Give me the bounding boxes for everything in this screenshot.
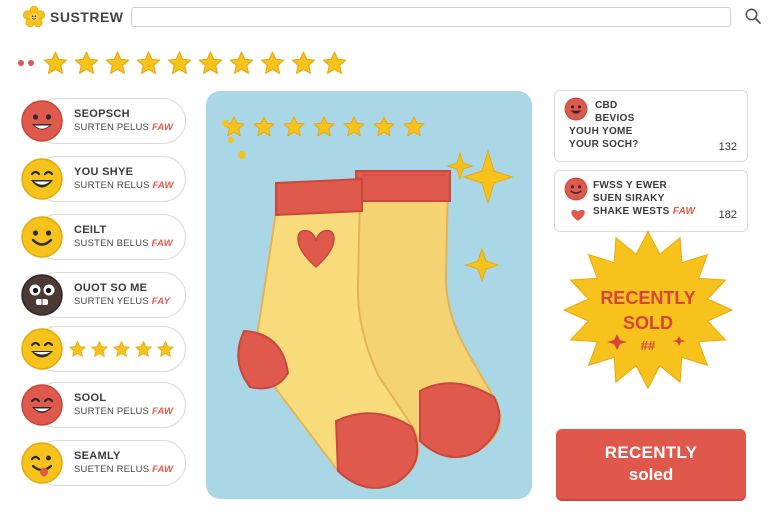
list-item-title: SEAMLY — [74, 450, 121, 463]
list-item-tag: FAW — [151, 121, 174, 133]
star-icon — [136, 50, 161, 74]
yellow-laughing-face-icon — [21, 158, 63, 200]
review-line: CBD — [595, 100, 618, 111]
dark-funny-face-icon — [21, 274, 63, 316]
star-icon — [198, 50, 223, 74]
pagination-dot[interactable] — [18, 60, 24, 66]
flower-logo-icon — [22, 5, 46, 28]
badge-hash: ## — [640, 338, 656, 353]
star-icon[interactable] — [90, 340, 109, 359]
review-card[interactable]: CBD BEVIOS YOUH YOME YOUR SOCH? 132 — [554, 90, 748, 162]
star-icon — [157, 340, 174, 357]
pagination-dots[interactable] — [18, 60, 34, 66]
list-item-subtitle: SURTEN PELUS — [74, 121, 150, 133]
cta-line-1: RECENTLY — [604, 443, 698, 462]
red-smiling-face-icon — [564, 177, 588, 201]
badge-line-2: SOLD — [622, 313, 673, 333]
star-icon[interactable] — [134, 340, 153, 359]
star-icon — [105, 50, 130, 74]
list-item-rating[interactable] — [20, 326, 186, 372]
star-icon[interactable] — [68, 340, 87, 359]
list-item-subtitle: SUETEN RELUS — [74, 463, 150, 475]
yellow-grinning-face-icon — [21, 328, 63, 370]
list-item[interactable]: SOOL SURTEN PELUS FAW — [20, 382, 186, 428]
review-tag: FAW — [672, 206, 696, 217]
top-rating-row — [18, 48, 348, 78]
star-icon[interactable] — [104, 50, 131, 77]
list-item-subtitle: SURTEN YELUS — [74, 295, 149, 307]
star-icon[interactable] — [259, 50, 286, 77]
brand-name: SUSTREW — [50, 9, 124, 25]
star-icon — [69, 340, 86, 357]
sparkle-icon — [446, 149, 514, 283]
list-item-title: YOU SHYE — [74, 166, 134, 179]
star-icon — [135, 340, 152, 357]
star-icon — [229, 50, 254, 74]
list-item[interactable]: SEAMLY SUETEN RELUS FAW — [20, 440, 186, 486]
review-line: SHAKE WESTS — [593, 206, 670, 217]
top-star-rating[interactable] — [42, 50, 348, 77]
yellow-tongue-face-icon — [21, 442, 63, 484]
star-icon — [43, 50, 68, 74]
cta-line-2: soled — [628, 465, 674, 484]
star-icon — [113, 340, 130, 357]
star-icon — [167, 50, 192, 74]
list-item-subtitle: SURTEN RELUS — [74, 179, 150, 191]
star-icon — [291, 50, 316, 74]
list-item-tag: FAW — [152, 463, 174, 475]
star-icon[interactable] — [321, 50, 348, 77]
product-image-panel[interactable] — [206, 91, 532, 499]
list-item-tag: FAW — [151, 405, 174, 417]
list-item-tag: FAY — [151, 295, 171, 307]
review-line: YOUR SOCH? — [569, 139, 639, 150]
search-input[interactable] — [132, 9, 730, 27]
review-card[interactable]: FWSS Y EWER SUEN SIRAKY SHAKE WESTS FAW … — [554, 170, 748, 232]
review-line: YOUH YOME — [569, 126, 633, 137]
review-count: 182 — [718, 209, 737, 221]
star-icon[interactable] — [197, 50, 224, 77]
list-item-tag: FAW — [151, 237, 173, 249]
socks-illustration-icon — [237, 149, 514, 489]
list-item[interactable]: SEOPSCH SURTEN PELUS FAW — [20, 98, 186, 144]
brand-logo[interactable]: SUSTREW — [22, 5, 124, 29]
star-icon — [260, 50, 285, 74]
list-item-subtitle: SUSTEN BELUS — [74, 237, 149, 249]
review-line: SUEN SIRAKY — [593, 193, 665, 204]
badge-line-1: RECENTLY — [600, 288, 696, 308]
star-icon — [322, 50, 347, 74]
star-icon[interactable] — [156, 340, 175, 359]
list-item-title: CEILT — [74, 224, 107, 237]
list-item[interactable]: YOU SHYE SURTEN RELUS FAW — [20, 156, 186, 202]
recently-sold-badge: RECENTLY SOLD ## — [561, 230, 735, 390]
review-count: 132 — [718, 141, 737, 153]
list-item[interactable]: CEILT SUSTEN BELUS FAW — [20, 214, 186, 260]
star-icon[interactable] — [166, 50, 193, 77]
recently-sold-button[interactable]: RECENTLY soled — [556, 429, 746, 499]
star-icon — [74, 50, 99, 74]
list-item-star-rating — [68, 340, 175, 359]
star-icon[interactable] — [42, 50, 69, 77]
star-icon[interactable] — [135, 50, 162, 77]
list-item-title: OUOT SO ME — [74, 282, 148, 295]
star-icon[interactable] — [290, 50, 317, 77]
list-item-title: SOOL — [74, 392, 107, 405]
review-line: BEVIOS — [595, 113, 635, 124]
star-icon[interactable] — [228, 50, 255, 77]
list-item-title: SEOPSCH — [74, 108, 130, 121]
heart-icon — [571, 209, 585, 221]
list-item-tag: FAW — [152, 179, 174, 191]
yellow-smiling-face-icon — [21, 216, 63, 258]
search-bar[interactable] — [131, 7, 731, 27]
review-line: FWSS Y EWER — [593, 180, 668, 191]
search-icon[interactable] — [744, 7, 762, 25]
red-happy-face-icon — [21, 100, 63, 142]
red-smiling-face-icon — [21, 384, 63, 426]
star-icon[interactable] — [73, 50, 100, 77]
list-item[interactable]: OUOT SO ME SURTEN YELUS FAY — [20, 272, 186, 318]
pagination-dot[interactable] — [28, 60, 34, 66]
list-item-subtitle: SURTEN PELUS — [74, 405, 150, 417]
star-icon — [91, 340, 108, 357]
star-icon[interactable] — [112, 340, 131, 359]
